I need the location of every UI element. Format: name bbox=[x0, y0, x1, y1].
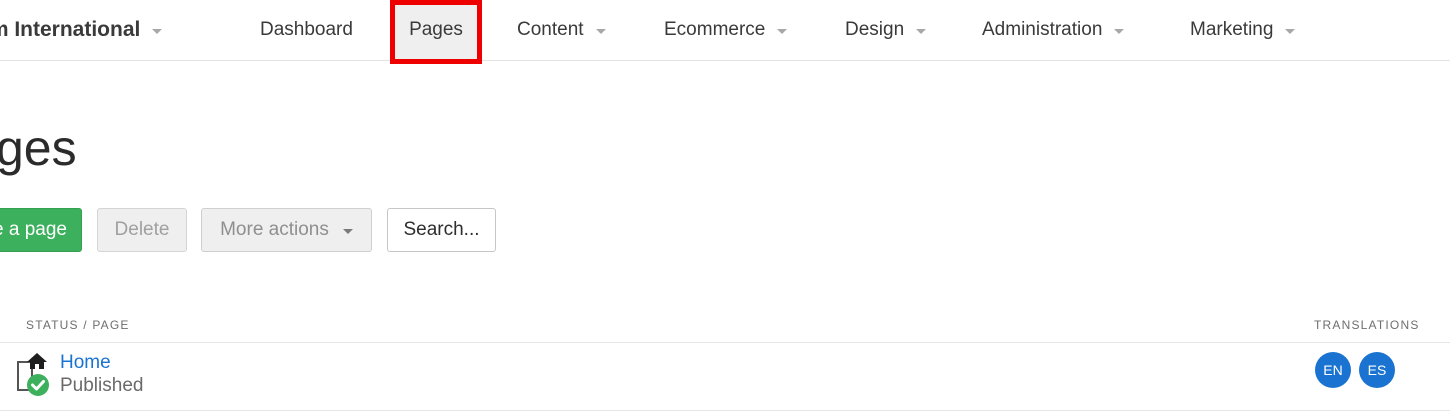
caret-down-icon bbox=[1114, 28, 1125, 34]
create-page-button[interactable]: e a page bbox=[0, 208, 82, 252]
caret-down-icon bbox=[1285, 28, 1296, 34]
translation-badge-label: EN bbox=[1323, 362, 1343, 378]
row-divider bbox=[0, 410, 1450, 411]
nav-item-pages[interactable]: Pages bbox=[390, 0, 482, 60]
search-label: Search... bbox=[403, 219, 480, 240]
home-page-published-icon bbox=[14, 352, 52, 398]
nav-item-label: Design bbox=[845, 19, 905, 40]
caret-down-icon bbox=[916, 28, 927, 34]
nav-item-label: Marketing bbox=[1190, 19, 1274, 40]
caret-down-icon bbox=[342, 228, 353, 234]
more-actions-label: More actions bbox=[220, 219, 329, 240]
page-title: ges bbox=[0, 120, 77, 176]
nav-item-label: Administration bbox=[982, 19, 1103, 40]
create-page-label: e a page bbox=[0, 219, 67, 240]
nav-item-dashboard[interactable]: Dashboard bbox=[260, 16, 353, 44]
header-divider bbox=[0, 342, 1450, 343]
nav-item-ecommerce[interactable]: Ecommerce bbox=[664, 16, 788, 44]
site-name: tum International bbox=[0, 18, 141, 41]
nav-item-label: Content bbox=[517, 19, 584, 40]
site-selector[interactable]: tum International bbox=[0, 16, 163, 44]
caret-down-icon bbox=[777, 28, 788, 34]
nav-item-label: Dashboard bbox=[260, 19, 353, 40]
delete-label: Delete bbox=[114, 219, 170, 240]
nav-item-label: Ecommerce bbox=[664, 19, 766, 40]
nav-item-marketing[interactable]: Marketing bbox=[1190, 16, 1296, 44]
column-header-status-page: STATUS / PAGE bbox=[26, 318, 130, 332]
delete-button[interactable]: Delete bbox=[97, 208, 187, 252]
nav-item-design[interactable]: Design bbox=[845, 16, 927, 44]
translation-badge-en[interactable]: EN bbox=[1315, 352, 1351, 388]
caret-down-icon bbox=[595, 28, 606, 34]
page-status-text: Published bbox=[60, 375, 144, 396]
nav-item-label: Pages bbox=[409, 19, 463, 40]
translation-badge-es[interactable]: ES bbox=[1359, 352, 1395, 388]
translation-badge-label: ES bbox=[1367, 362, 1387, 378]
more-actions-button[interactable]: More actions bbox=[201, 208, 372, 252]
page-link-home[interactable]: Home bbox=[60, 352, 111, 374]
column-header-translations: TRANSLATIONS bbox=[1314, 318, 1420, 332]
nav-item-content[interactable]: Content bbox=[517, 16, 606, 44]
caret-down-icon bbox=[152, 28, 163, 34]
top-navigation: tum International Dashboard Pages Conten… bbox=[0, 0, 1450, 61]
search-button[interactable]: Search... bbox=[387, 208, 496, 252]
nav-item-administration[interactable]: Administration bbox=[982, 16, 1125, 44]
